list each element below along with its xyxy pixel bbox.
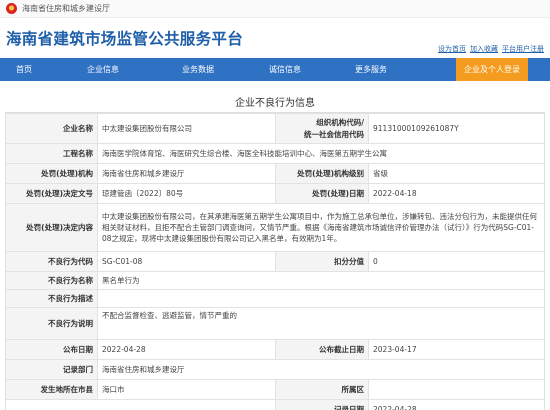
panel-title: 企业不良行为信息 <box>5 91 545 113</box>
punish-level-label: 处罚(处理)机构级别 <box>275 163 369 184</box>
company-name-label: 企业名称 <box>5 113 98 144</box>
punish-org-label: 处罚(处理)机构 <box>5 163 98 184</box>
publish-date-value: 2022-04-28 <box>97 339 276 360</box>
table-row: 处罚(处理)决定内容 中太建设集团股份有限公司，在其承建海医第五期学生公寓项目中… <box>5 203 545 252</box>
punish-level-value: 省级 <box>368 163 545 184</box>
region-value <box>368 379 545 400</box>
site-header: 海南省建筑市场监管公共服务平台 设为首页 加入收藏 平台用户注册 <box>0 18 550 58</box>
nav-item-enterprise[interactable]: 企业信息 <box>48 64 158 75</box>
record-org-label: 记录部门 <box>5 359 98 380</box>
behavior-name-label: 不良行为名称 <box>5 271 98 290</box>
national-emblem-icon <box>6 3 17 14</box>
top-bar: 海南省住房和城乡建设厅 <box>0 0 550 18</box>
record-org-value: 海南省住房和城乡建设厅 <box>97 359 545 380</box>
empty-cell <box>5 399 276 410</box>
record-date-value: 2022-04-28 <box>368 399 545 410</box>
header-links: 设为首页 加入收藏 平台用户注册 <box>438 44 544 54</box>
publish-end-label: 公布截止日期 <box>275 339 369 360</box>
company-name-value: 中太建设集团股份有限公司 <box>97 113 276 144</box>
deduct-label: 扣分分值 <box>275 251 369 272</box>
decision-content-label: 处罚(处理)决定内容 <box>5 203 98 252</box>
bad-behavior-table: 企业名称 中太建设集团股份有限公司 组织机构代码/ 统一社会信用代码 91131… <box>5 113 545 410</box>
register-link[interactable]: 平台用户注册 <box>502 44 544 54</box>
nav-item-credit[interactable]: 诚信信息 <box>238 64 332 75</box>
decision-date-value: 2022-04-18 <box>368 183 545 204</box>
login-button[interactable]: 企业及个人登录 <box>456 58 528 81</box>
location-label: 发生地所在市县 <box>5 379 98 400</box>
table-row: 处罚(处理)机构 海南省住房和城乡建设厅 处罚(处理)机构级别 省级 <box>5 163 545 184</box>
table-row: 发生地所在市县 海口市 所属区 <box>5 379 545 400</box>
project-name-value: 海南医学院体育馆、海医研究生综合楼、海医全科技能培训中心、海医第五期学生公寓 <box>97 143 545 164</box>
behavior-code-value: SG-C01-08 <box>97 251 276 272</box>
behavior-code-label: 不良行为代码 <box>5 251 98 272</box>
add-favorite-link[interactable]: 加入收藏 <box>470 44 498 54</box>
top-bar-org-name: 海南省住房和城乡建设厅 <box>22 4 110 13</box>
table-row: 记录部门 海南省住房和城乡建设厅 <box>5 359 545 380</box>
decision-date-label: 处罚(处理)日期 <box>275 183 369 204</box>
table-row: 不良行为名称 黑名单行为 <box>5 271 545 290</box>
table-row: 不良行为描述 <box>5 289 545 308</box>
location-value: 海口市 <box>97 379 276 400</box>
region-label: 所属区 <box>275 379 369 400</box>
table-row: 不良行为说明 不配合监督检查、逃避监管，情节严重的 <box>5 307 545 340</box>
behavior-name-value: 黑名单行为 <box>97 271 545 290</box>
punish-org-value: 海南省住房和城乡建设厅 <box>97 163 276 184</box>
table-row: 记录日期 2022-04-28 <box>5 399 545 410</box>
record-date-label: 记录日期 <box>275 399 369 410</box>
nav-item-more-services[interactable]: 更多服务 <box>332 64 410 75</box>
behavior-detail-value: 不配合监督检查、逃避监管，情节严重的 <box>97 307 545 340</box>
org-code-label-line2: 统一社会信用代码 <box>304 129 364 139</box>
table-row: 不良行为代码 SG-C01-08 扣分分值 0 <box>5 251 545 272</box>
site-title: 海南省建筑市场监管公共服务平台 <box>6 30 244 48</box>
table-row: 公布日期 2022-04-28 公布截止日期 2023-04-17 <box>5 339 545 360</box>
org-code-label-line1: 组织机构代码/ <box>316 118 364 128</box>
nav-item-home[interactable]: 首页 <box>0 64 48 75</box>
decision-content-value: 中太建设集团股份有限公司，在其承建海医第五期学生公寓项目中，作为施工总承包单位，… <box>97 203 545 252</box>
nav-item-business-data[interactable]: 业务数据 <box>158 64 238 75</box>
table-row: 工程名称 海南医学院体育馆、海医研究生综合楼、海医全科技能培训中心、海医第五期学… <box>5 143 545 164</box>
behavior-detail-label: 不良行为说明 <box>5 307 98 340</box>
deduct-value: 0 <box>368 251 545 272</box>
decision-doc-label: 处罚(处理)决定文号 <box>5 183 98 204</box>
project-name-label: 工程名称 <box>5 143 98 164</box>
org-code-label: 组织机构代码/ 统一社会信用代码 <box>275 113 369 144</box>
org-code-value: 91131000109261087Y <box>368 113 545 144</box>
set-homepage-link[interactable]: 设为首页 <box>438 44 466 54</box>
main-nav: 首页 企业信息 业务数据 诚信信息 更多服务 企业及个人登录 <box>0 58 550 81</box>
table-row: 企业名称 中太建设集团股份有限公司 组织机构代码/ 统一社会信用代码 91131… <box>5 113 545 144</box>
behavior-desc-label: 不良行为描述 <box>5 289 98 308</box>
bad-behavior-panel: 企业不良行为信息 企业名称 中太建设集团股份有限公司 组织机构代码/ 统一社会信… <box>5 91 545 410</box>
publish-end-value: 2023-04-17 <box>368 339 545 360</box>
decision-doc-value: 琼建管函〔2022〕80号 <box>97 183 276 204</box>
behavior-desc-value <box>97 289 545 308</box>
table-row: 处罚(处理)决定文号 琼建管函〔2022〕80号 处罚(处理)日期 2022-0… <box>5 183 545 204</box>
publish-date-label: 公布日期 <box>5 339 98 360</box>
